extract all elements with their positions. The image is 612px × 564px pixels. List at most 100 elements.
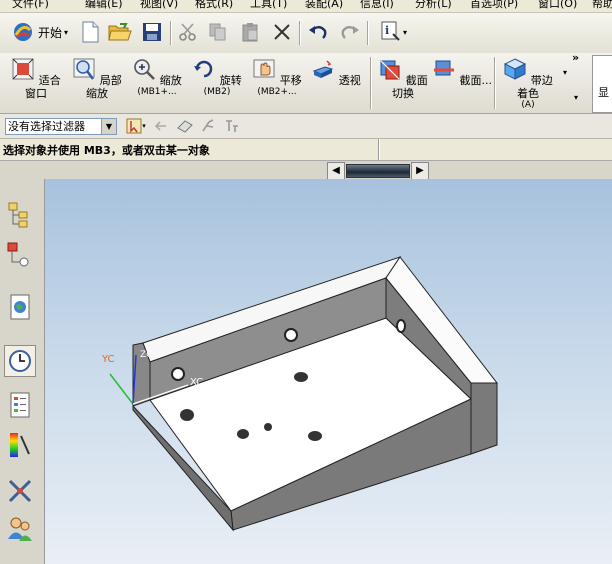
chevron-right-icon: ▶ [416, 165, 424, 176]
type-filter-value: 没有选择过滤器 [8, 120, 85, 133]
section-dialog-button[interactable]: 截面... [432, 55, 492, 111]
copy-button[interactable] [206, 20, 230, 44]
snap-point-button[interactable] [198, 117, 218, 135]
triad-zc-label: ZC [140, 350, 152, 360]
redo-button[interactable] [338, 20, 362, 44]
scroll-thumb[interactable] [346, 164, 410, 178]
scroll-left-button[interactable]: ◀ [327, 162, 345, 180]
menu-assembly[interactable]: 装配(A) [305, 0, 343, 11]
shaded-cube-icon [504, 58, 527, 80]
zoom-region-button[interactable]: 局部缩放 [67, 55, 127, 111]
zoom-label: 缩放 [159, 74, 182, 87]
assembly-navigator-tab[interactable] [4, 199, 36, 231]
process-arrows-icon [8, 479, 32, 503]
roles-tab[interactable] [4, 513, 36, 545]
info-icon: i [381, 21, 400, 41]
graphics-window[interactable]: YC ZC XC [45, 179, 612, 564]
roles-people-icon [8, 517, 32, 541]
scroll-right-button[interactable]: ▶ [411, 162, 429, 180]
hole [237, 429, 249, 439]
hole [294, 372, 308, 382]
menu-bar: 文件(F) 编辑(E) 视图(V) 格式(R) 工具(T) 装配(A) 信息(I… [0, 0, 612, 13]
svg-text:i: i [385, 24, 389, 37]
hole [396, 319, 406, 333]
overflow-chevron-icon[interactable]: » [572, 51, 579, 64]
triad-y-axis [109, 373, 134, 405]
shaded-with-edges-button[interactable]: 带边着色 (A) [498, 55, 558, 111]
menu-help[interactable]: 帮助 [592, 0, 612, 11]
menu-tools[interactable]: 工具(T) [250, 0, 287, 11]
menu-file[interactable]: 文件(F) [12, 0, 49, 11]
save-button[interactable] [140, 20, 164, 44]
palette-list-icon [10, 392, 30, 418]
part-tree-icon [7, 242, 29, 267]
chevron-down-icon: ▼ [101, 119, 116, 134]
visualization-tab[interactable] [4, 429, 36, 461]
zoom-button[interactable]: 缩放 (MB1+... [127, 55, 187, 111]
menu-view[interactable]: 视图(V) [140, 0, 178, 11]
clock-icon [9, 350, 31, 372]
delete-button[interactable] [270, 20, 294, 44]
perspective-label: 透视 [338, 74, 361, 87]
open-folder-icon [108, 23, 132, 41]
deselect-button[interactable] [152, 117, 170, 135]
selection-filter-icon [126, 118, 142, 134]
pan-shortcut: (MB2+... [257, 87, 297, 97]
menu-window[interactable]: 窗口(O) [538, 0, 577, 11]
cue-line: 选择对象并使用 MB3，或者双击某一对象 [0, 139, 612, 161]
back-arrow-icon [154, 121, 166, 131]
pan-label: 平移 [279, 74, 302, 87]
paste-icon [242, 23, 258, 42]
open-button[interactable] [106, 19, 134, 45]
snap-point-icon [202, 119, 214, 132]
start-label: 开始 [37, 25, 62, 40]
fit-view-button[interactable]: 适合窗口 [6, 55, 66, 111]
undo-button[interactable] [306, 20, 330, 44]
hole [171, 367, 185, 381]
assembly-tree-icon [8, 202, 28, 228]
menu-analysis[interactable]: 分析(L) [415, 0, 452, 11]
process-studio-tab[interactable] [4, 475, 36, 507]
menu-info[interactable]: 信息(I) [360, 0, 394, 11]
menu-preferences[interactable]: 首选项(P) [470, 0, 518, 11]
view-toolbar: 适合窗口 局部缩放 缩放 (MB1+... 旋转 (MB2) 平移 (MB2+.… [0, 51, 612, 114]
point-constructor-icon [226, 120, 238, 132]
globe-icon [10, 294, 30, 320]
start-button[interactable]: 开始 ▾ [8, 19, 72, 45]
rotate-label: 旋转 [219, 74, 242, 87]
menu-edit[interactable]: 编辑(E) [85, 0, 123, 11]
chevron-down-icon[interactable]: ▾ [574, 93, 578, 102]
rotate-button[interactable]: 旋转 (MB2) [187, 55, 247, 111]
type-filter-select[interactable]: 没有选择过滤器 ▼ [5, 118, 117, 135]
color-bar-icon [10, 433, 30, 457]
information-dropdown-button[interactable]: i ▾ [373, 18, 413, 46]
select-all-button[interactable]: ▾ [122, 117, 150, 135]
zoom-shortcut: (MB1+... [137, 87, 177, 97]
chevron-down-icon: ▾ [142, 122, 146, 130]
part-right-outer-face [470, 382, 498, 455]
shaded-with-edges-shortcut: (A) [521, 100, 535, 110]
pan-button[interactable]: 平移 (MB2+... [247, 55, 307, 111]
part-navigator-tab[interactable] [4, 239, 36, 271]
cue-text: 选择对象并使用 MB3，或者双击某一对象 [3, 144, 210, 157]
hole [284, 328, 298, 342]
selection-bar: 没有选择过滤器 ▼ ▾ [0, 114, 612, 139]
resource-bar [0, 179, 45, 564]
display-button[interactable]: 显 [592, 55, 612, 113]
hole [180, 409, 194, 421]
new-file-button[interactable] [78, 19, 102, 45]
history-tab[interactable] [4, 345, 36, 377]
chevron-down-icon[interactable]: ▾ [563, 68, 567, 77]
web-browser-tab[interactable] [4, 291, 36, 323]
paste-button[interactable] [238, 20, 262, 44]
cut-button[interactable] [176, 20, 200, 44]
section-toggle-icon [380, 60, 400, 80]
perspective-button[interactable]: 透视 [306, 55, 366, 111]
section-toggle-button[interactable]: 截面切换 [373, 55, 433, 111]
point-constructor-button[interactable] [222, 117, 242, 135]
triad-yc-label: YC [101, 354, 115, 365]
palette-tab[interactable] [4, 389, 36, 421]
menu-format[interactable]: 格式(R) [195, 0, 233, 11]
eraser-button[interactable] [174, 117, 196, 135]
start-icon [13, 23, 32, 41]
